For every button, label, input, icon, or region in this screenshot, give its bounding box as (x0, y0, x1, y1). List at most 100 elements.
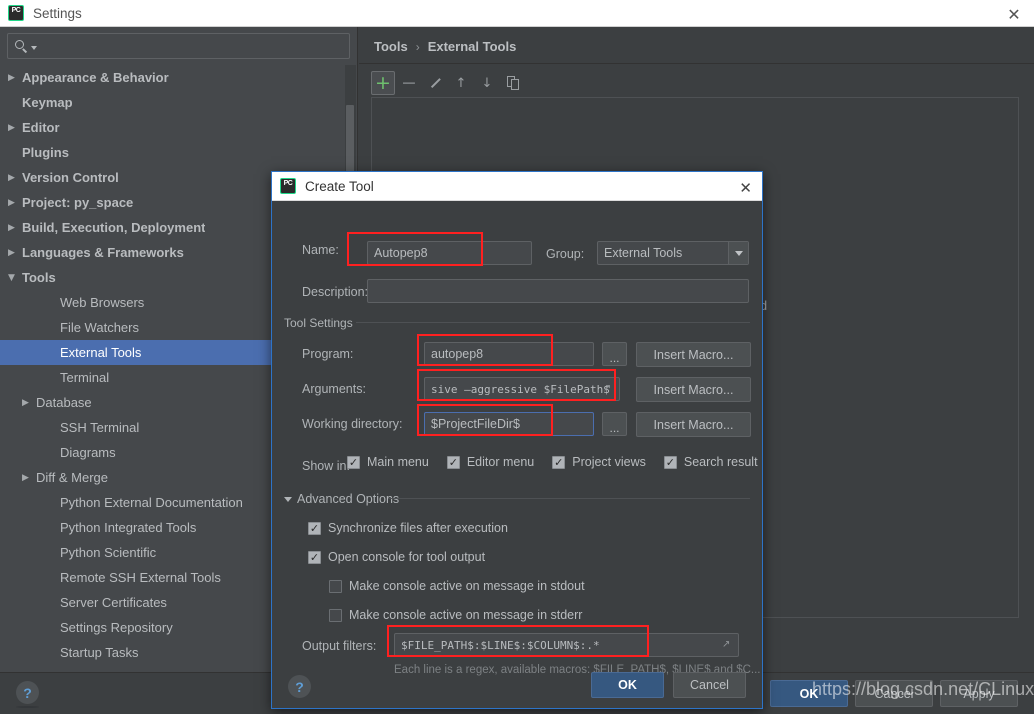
advanced-checkbox-open-console-for-tool-output[interactable]: ✓ Open console for tool output (308, 550, 585, 564)
checkbox-unchecked-icon[interactable] (329, 579, 342, 593)
sidebar-item-label: Web Browsers (60, 295, 145, 310)
sidebar-item-label: Python External Documentation (60, 495, 243, 510)
checkbox-checked-icon[interactable]: ✓ (308, 521, 321, 535)
breadcrumb-current: External Tools (427, 39, 517, 54)
checkbox-label: Project views (572, 455, 646, 469)
chevron-right-icon[interactable]: ▶ (8, 198, 22, 208)
sidebar-item-label: Version Control (22, 170, 119, 185)
window-close-icon[interactable]: ✕ (1004, 4, 1024, 24)
minus-icon: − (401, 71, 417, 94)
chevron-right-icon[interactable]: ▶ (22, 398, 36, 408)
chevron-right-icon[interactable]: ▶ (8, 123, 22, 133)
show-in-checkbox-editor-menu[interactable]: ✓ Editor menu (446, 455, 535, 469)
output-filters-label: Output filters: (302, 639, 377, 653)
settings-ok-button[interactable]: OK (770, 680, 848, 707)
program-browse-button[interactable]: ... (602, 342, 627, 366)
search-input[interactable] (7, 33, 350, 59)
settings-window: PC Settings ✕ ▶ Appearance & Behavior Keym… (0, 0, 1034, 714)
copy-tool-button[interactable] (501, 71, 525, 95)
advanced-checkbox-make-console-active-on-message-in-stderr[interactable]: Make console active on message in stderr (329, 608, 585, 622)
advanced-checkbox-make-console-active-on-message-in-stdout[interactable]: Make console active on message in stdout (329, 579, 585, 593)
description-field[interactable] (367, 279, 749, 303)
settings-footer-buttons: OK Cancel Apply (770, 680, 1018, 707)
show-in-checkbox-main-menu[interactable]: ✓ Main menu (347, 455, 429, 469)
dialog-footer-buttons: OK Cancel (591, 672, 746, 698)
chevron-right-icon[interactable]: ▶ (22, 473, 36, 483)
program-insert-macro-button[interactable]: Insert Macro... (636, 342, 751, 367)
chevron-right-icon[interactable]: ▶ (8, 73, 22, 83)
check-icon: ✓ (309, 521, 320, 535)
working-directory-label: Working directory: (302, 417, 403, 431)
working-directory-browse-button[interactable]: ... (602, 412, 627, 436)
add-tool-button[interactable]: + (371, 71, 395, 95)
working-directory-field[interactable]: $ProjectFileDir$ (424, 412, 594, 436)
show-in-options: ✓ Main menu ✓ Editor menu ✓ Project views ✓ Sea… (347, 455, 758, 469)
move-down-button[interactable]: ↓ (475, 71, 499, 95)
checkbox-unchecked-icon[interactable] (329, 608, 342, 622)
settings-cancel-button[interactable]: Cancel (855, 680, 933, 707)
sidebar-item-label: Settings Repository (60, 620, 173, 635)
chevron-right-icon[interactable]: ▶ (8, 223, 22, 233)
group-select[interactable]: External Tools (597, 241, 749, 265)
checkbox-label: Editor menu (466, 455, 535, 469)
check-icon: ✓ (309, 550, 320, 564)
settings-apply-button[interactable]: Apply (940, 680, 1018, 707)
sidebar-item-label: Appearance & Behavior (22, 70, 169, 85)
sidebar-item-label: Server Certificates (60, 595, 167, 610)
checkbox-checked-icon[interactable]: ✓ (663, 455, 677, 469)
sidebar-item-label: Database (36, 395, 92, 410)
remove-tool-button[interactable]: − (397, 71, 421, 95)
panel-divider (359, 63, 1034, 64)
arguments-field[interactable]: sive —aggressive $FilePath$ ↗ (424, 377, 620, 401)
name-field[interactable]: Autopep8 (367, 241, 532, 265)
breadcrumb-parent[interactable]: Tools (374, 39, 408, 54)
window-title-bar: PC Settings ✕ (0, 0, 1034, 27)
sidebar-item-appearance-behavior[interactable]: ▶ Appearance & Behavior (0, 65, 358, 90)
sidebar-item-label: Startup Tasks (60, 645, 139, 660)
move-up-button[interactable]: ↑ (449, 71, 473, 95)
breadcrumb-separator-icon: › (415, 39, 420, 54)
check-icon: ✓ (448, 455, 458, 469)
sidebar-item-keymap[interactable]: Keymap (0, 90, 358, 115)
external-tools-toolbar: + − ↑ ↓ (371, 70, 1019, 96)
checkbox-checked-icon[interactable]: ✓ (446, 455, 460, 469)
chevron-right-icon[interactable]: ▶ (8, 248, 22, 258)
arguments-expand-icon[interactable]: ↗ (603, 383, 614, 394)
show-in-checkbox-search-result[interactable]: ✓ Search result (663, 455, 758, 469)
checkbox-checked-icon[interactable]: ✓ (552, 455, 566, 469)
checkbox-checked-icon[interactable]: ✓ (308, 550, 321, 564)
chevron-right-icon[interactable]: ▶ (8, 173, 22, 183)
chevron-down-icon[interactable]: ▼ (8, 273, 22, 283)
edit-tool-button[interactable] (423, 71, 447, 95)
output-filters-field[interactable]: $FILE_PATH$:$LINE$:$COLUMN$:.* ↗ (394, 633, 739, 657)
plus-icon: + (375, 71, 391, 94)
help-button[interactable]: ? (16, 681, 39, 704)
checkbox-checked-icon[interactable]: ✓ (347, 455, 360, 469)
checkbox-label: Make console active on message in stderr (349, 608, 583, 622)
advanced-options-list: ✓ Synchronize files after execution ✓ Open … (308, 521, 585, 637)
output-filters-field-value: $FILE_PATH$:$LINE$:$COLUMN$:.* (401, 638, 600, 652)
group-select-value: External Tools (604, 246, 683, 260)
advanced-options-toggle[interactable]: Advanced Options (284, 492, 399, 506)
show-in-checkbox-project-views[interactable]: ✓ Project views (552, 455, 646, 469)
dialog-ok-button[interactable]: OK (591, 672, 664, 698)
sidebar-item-editor[interactable]: ▶ Editor (0, 115, 358, 140)
arguments-insert-macro-button[interactable]: Insert Macro... (636, 377, 751, 402)
dialog-close-icon[interactable]: ✕ (739, 179, 752, 197)
checkbox-label: Main menu (367, 455, 429, 469)
sidebar-item-label: Python Scientific (60, 545, 157, 560)
create-tool-dialog: PC Create Tool ✕ Name: Autopep8 Group: E… (271, 171, 763, 709)
dialog-cancel-button[interactable]: Cancel (673, 672, 746, 698)
program-field[interactable]: autopep8 (424, 342, 594, 366)
dialog-help-button[interactable]: ? (288, 675, 311, 698)
help-button-shadow (16, 706, 39, 708)
advanced-checkbox-synchronize-files-after-execution[interactable]: ✓ Synchronize files after execution (308, 521, 585, 535)
tool-settings-legend: Tool Settings (284, 316, 353, 330)
sidebar-item-label: Terminal (60, 370, 110, 385)
working-directory-insert-macro-button[interactable]: Insert Macro... (636, 412, 751, 437)
group-select-button[interactable] (728, 242, 748, 264)
sidebar-item-plugins[interactable]: Plugins (0, 140, 358, 165)
pycharm-logo-icon: PC (8, 5, 24, 21)
output-filters-expand-icon[interactable]: ↗ (722, 639, 733, 650)
chevron-down-icon (734, 250, 743, 256)
